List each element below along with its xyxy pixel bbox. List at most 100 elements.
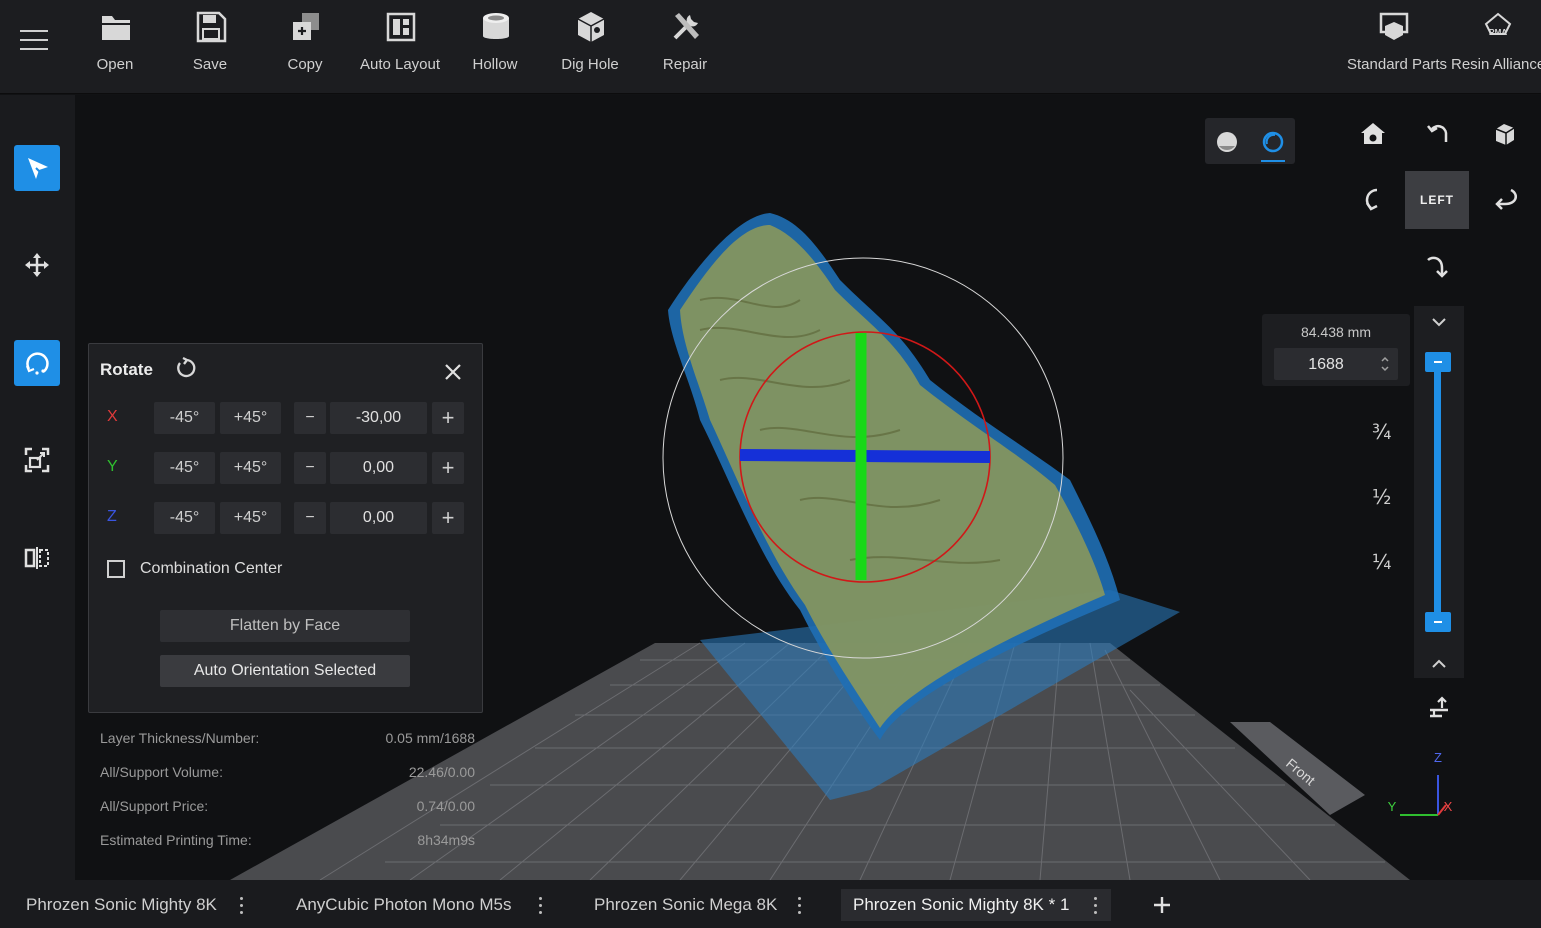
floppy-icon	[196, 11, 227, 43]
tab-menu-icon[interactable]	[794, 889, 804, 921]
z-minus45-button[interactable]: -45°	[154, 502, 215, 534]
save-button[interactable]: Save	[164, 0, 256, 93]
auto-layout-button[interactable]: Auto Layout	[354, 0, 446, 93]
y-decrement-button[interactable]: −	[294, 452, 326, 484]
svg-text:Y: Y	[1388, 799, 1397, 814]
scale-icon	[24, 447, 50, 473]
standard-parts-icon	[1379, 12, 1409, 40]
hollow-cylinder-icon	[483, 13, 509, 39]
rotate-tool-button[interactable]	[14, 340, 60, 386]
mirror-tool-button[interactable]	[14, 535, 60, 581]
rotate-view-up-icon[interactable]	[1359, 186, 1387, 214]
time-stat: Estimated Printing Time: 8h34m9s	[100, 832, 475, 848]
fraction-quarter[interactable]: ¼	[1372, 550, 1391, 574]
rotate-panel-title: Rotate	[100, 360, 153, 379]
resin-alliance-button[interactable]: RMA Resin Alliance	[1451, 0, 1541, 93]
printer-tab-active[interactable]: Phrozen Sonic Mighty 8K * 1	[841, 889, 1111, 921]
scale-tool-button[interactable]	[14, 437, 60, 483]
y-increment-button[interactable]: +	[432, 452, 464, 484]
z-plus45-button[interactable]: +45°	[220, 502, 281, 534]
view-cube-face[interactable]: LEFT	[1405, 171, 1469, 229]
top-toolbar: Open Save Copy Auto Layout Hollow Dig Ho…	[0, 0, 1541, 94]
mirror-icon	[24, 547, 49, 569]
flatten-by-face-button[interactable]: Flatten by Face	[160, 610, 410, 642]
auto-orientation-button[interactable]: Auto Orientation Selected	[160, 655, 410, 687]
layer-compare-icon[interactable]	[1426, 695, 1452, 721]
volume-stat: All/Support Volume: 22.46/0.00	[100, 764, 475, 780]
layer-stat: Layer Thickness/Number: 0.05 mm/1688	[100, 730, 475, 746]
solid-sphere-icon[interactable]	[1215, 130, 1239, 154]
reset-rotation-icon[interactable]	[174, 356, 198, 380]
rotate-view-right-icon[interactable]	[1491, 186, 1519, 214]
x-axis-label: X	[107, 408, 118, 425]
printer-tab-bar: Phrozen Sonic Mighty 8K AnyCubic Photon …	[0, 880, 1541, 928]
layer-slider-track[interactable]	[1434, 368, 1441, 620]
printer-tab[interactable]: Phrozen Sonic Mega 8K	[582, 889, 812, 921]
chevron-up-icon[interactable]	[1429, 654, 1449, 674]
iso-cube-view-icon[interactable]	[1490, 120, 1518, 148]
layer-height-mm: 84.438 mm	[1300, 324, 1372, 340]
svg-text:Z: Z	[1434, 750, 1442, 765]
standard-parts-button[interactable]: Standard Parts	[1347, 0, 1447, 93]
close-icon[interactable]	[442, 361, 464, 383]
xray-sphere-icon[interactable]	[1261, 130, 1285, 154]
price-stat: All/Support Price: 0.74/0.00	[100, 798, 475, 814]
home-view-icon[interactable]	[1359, 120, 1387, 148]
cursor-arrow-icon	[28, 158, 48, 179]
chevron-down-icon[interactable]	[1429, 312, 1449, 332]
combination-center-checkbox[interactable]	[107, 560, 125, 578]
svg-text:X: X	[1444, 799, 1453, 814]
repair-button[interactable]: Repair	[639, 0, 731, 93]
move-tool-button[interactable]	[14, 242, 60, 288]
copy-button[interactable]: Copy	[259, 0, 351, 93]
y-axis-label: Y	[107, 458, 118, 475]
move-arrows-icon	[25, 253, 49, 277]
rotate-panel: Rotate X -45° +45° − -30,00 + Y -45° +45…	[88, 343, 483, 713]
tab-menu-icon[interactable]	[1090, 889, 1100, 921]
z-axis-label: Z	[107, 508, 117, 525]
folder-icon	[102, 16, 130, 40]
tab-menu-icon[interactable]	[236, 889, 246, 921]
active-render-underline	[1261, 160, 1285, 162]
rotate-view-down-icon[interactable]	[1424, 252, 1452, 280]
repair-tools-icon	[673, 13, 699, 40]
layer-number-input[interactable]: 1688	[1274, 348, 1398, 380]
x-minus45-button[interactable]: -45°	[154, 402, 215, 434]
printer-tab[interactable]: Phrozen Sonic Mighty 8K	[14, 889, 254, 921]
x-angle-input[interactable]: -30,00	[330, 402, 427, 434]
x-increment-button[interactable]: +	[432, 402, 464, 434]
y-angle-input[interactable]: 0,00	[330, 452, 427, 484]
menu-icon[interactable]	[20, 30, 48, 54]
svg-text:RMA: RMA	[1489, 28, 1507, 37]
layer-spinner-icon[interactable]	[1380, 354, 1390, 374]
z-angle-input[interactable]: 0,00	[330, 502, 427, 534]
dig-hole-button[interactable]: Dig Hole	[544, 0, 636, 93]
y-plus45-button[interactable]: +45°	[220, 452, 281, 484]
rotate-view-left-icon[interactable]	[1424, 120, 1452, 148]
rotate-icon	[25, 352, 49, 375]
layer-slider-panel	[1414, 306, 1464, 678]
x-decrement-button[interactable]: −	[294, 402, 326, 434]
x-plus45-button[interactable]: +45°	[220, 402, 281, 434]
y-axis-row: Y -45° +45° − 0,00 +	[89, 452, 482, 484]
printer-tab[interactable]: AnyCubic Photon Mono M5s	[284, 889, 554, 921]
hollow-button[interactable]: Hollow	[449, 0, 541, 93]
render-mode-toggle	[1205, 118, 1295, 164]
axis-triad: Z Y X	[1388, 750, 1453, 816]
fraction-half[interactable]: ½	[1372, 485, 1391, 509]
x-axis-row: X -45° +45° − -30,00 +	[89, 402, 482, 434]
copy-icon	[293, 13, 319, 40]
auto-layout-icon	[386, 12, 416, 42]
combination-center-label: Combination Center	[140, 560, 283, 577]
select-tool-button[interactable]	[14, 145, 60, 191]
tab-menu-icon[interactable]	[535, 889, 545, 921]
layer-height-box: 84.438 mm 1688	[1262, 314, 1410, 386]
open-button[interactable]: Open	[69, 0, 161, 93]
z-decrement-button[interactable]: −	[294, 502, 326, 534]
layer-slider-bottom-handle[interactable]	[1425, 612, 1451, 632]
fraction-three-quarter[interactable]: ¾	[1372, 420, 1391, 444]
y-minus45-button[interactable]: -45°	[154, 452, 215, 484]
layer-slider-top-handle[interactable]	[1425, 352, 1451, 372]
add-tab-icon[interactable]	[1150, 893, 1174, 917]
z-increment-button[interactable]: +	[432, 502, 464, 534]
